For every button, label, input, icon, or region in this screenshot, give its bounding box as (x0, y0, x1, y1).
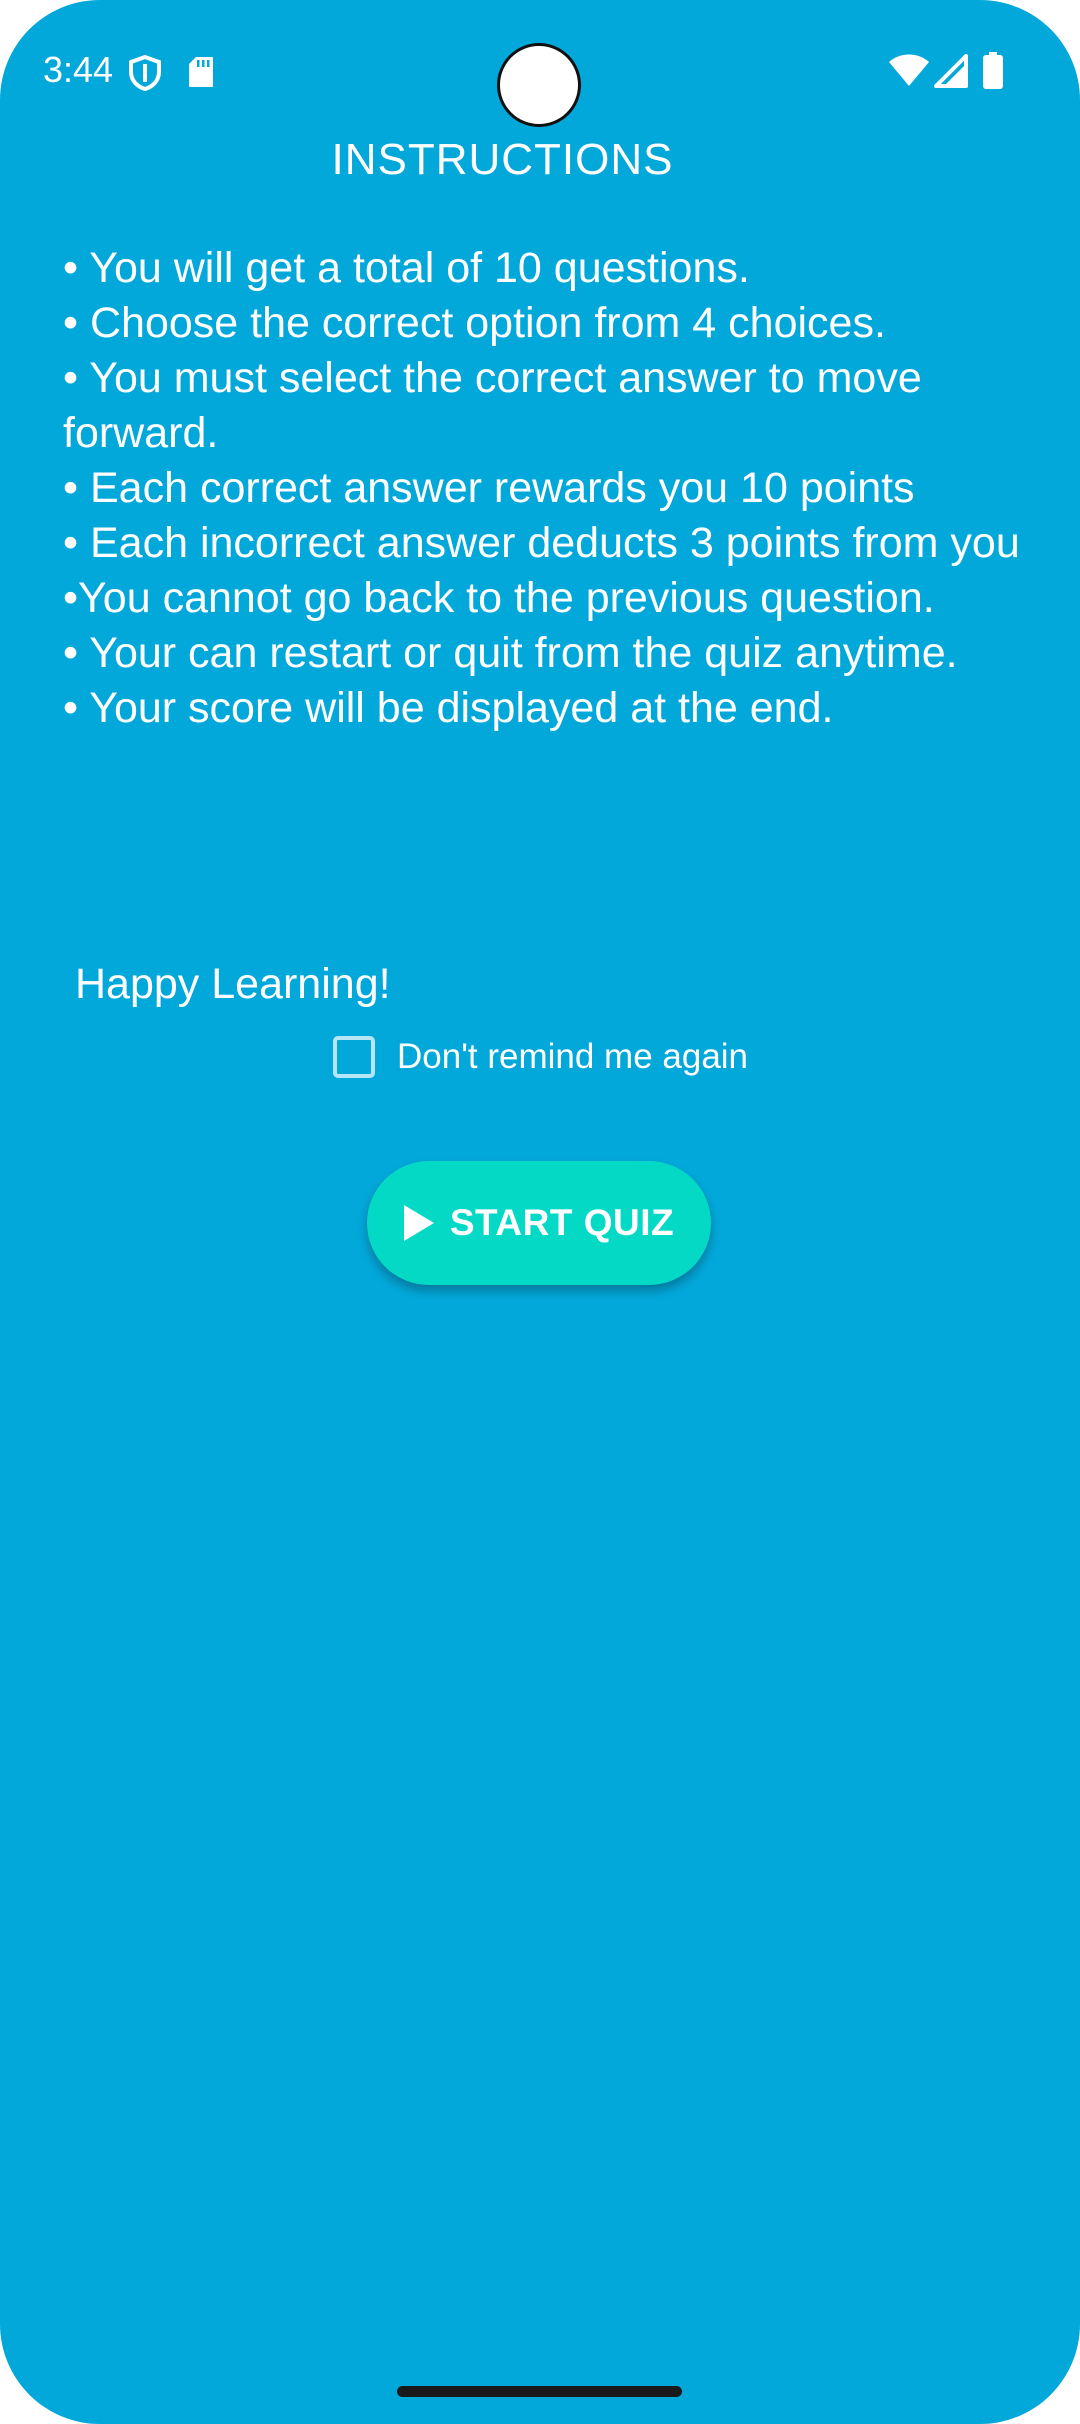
home-indicator[interactable] (397, 2386, 682, 2397)
instructions-list: • You will get a total of 10 questions. … (63, 241, 1023, 736)
status-time: 3:44 (43, 49, 114, 90)
instruction-item: • You will get a total of 10 questions. (63, 244, 750, 292)
sd-card-icon (189, 57, 213, 87)
dont-remind-checkbox-row[interactable]: Don't remind me again (333, 1033, 748, 1081)
shield-icon (129, 55, 161, 91)
page-title: INSTRUCTIONS (331, 135, 674, 184)
instruction-item: • Choose the correct option from 4 choic… (63, 299, 886, 347)
closing-text: Happy Learning! (75, 960, 391, 1008)
instruction-item: • Each incorrect answer deducts 3 points… (63, 519, 1020, 567)
instruction-item: • Each correct answer rewards you 10 poi… (63, 464, 915, 512)
instruction-item: • You must select the correct answer to … (63, 354, 922, 457)
instruction-item: • Your score will be displayed at the en… (63, 684, 834, 732)
battery-icon (983, 52, 1003, 89)
instruction-item: •You cannot go back to the previous ques… (63, 574, 935, 622)
dont-remind-checkbox[interactable] (333, 1036, 375, 1078)
camera-cutout (497, 43, 581, 127)
instruction-item: • Your can restart or quit from the quiz… (63, 629, 958, 677)
wifi-icon (889, 54, 929, 86)
start-quiz-button[interactable]: START QUIZ (367, 1161, 711, 1285)
app-screen: 3:44 INSTRUCTIONS • You will get a total… (0, 0, 1080, 2424)
cellular-signal-icon (934, 54, 968, 88)
dont-remind-label[interactable]: Don't remind me again (397, 1037, 748, 1077)
play-icon (403, 1205, 434, 1241)
start-quiz-label: START QUIZ (449, 1202, 675, 1243)
